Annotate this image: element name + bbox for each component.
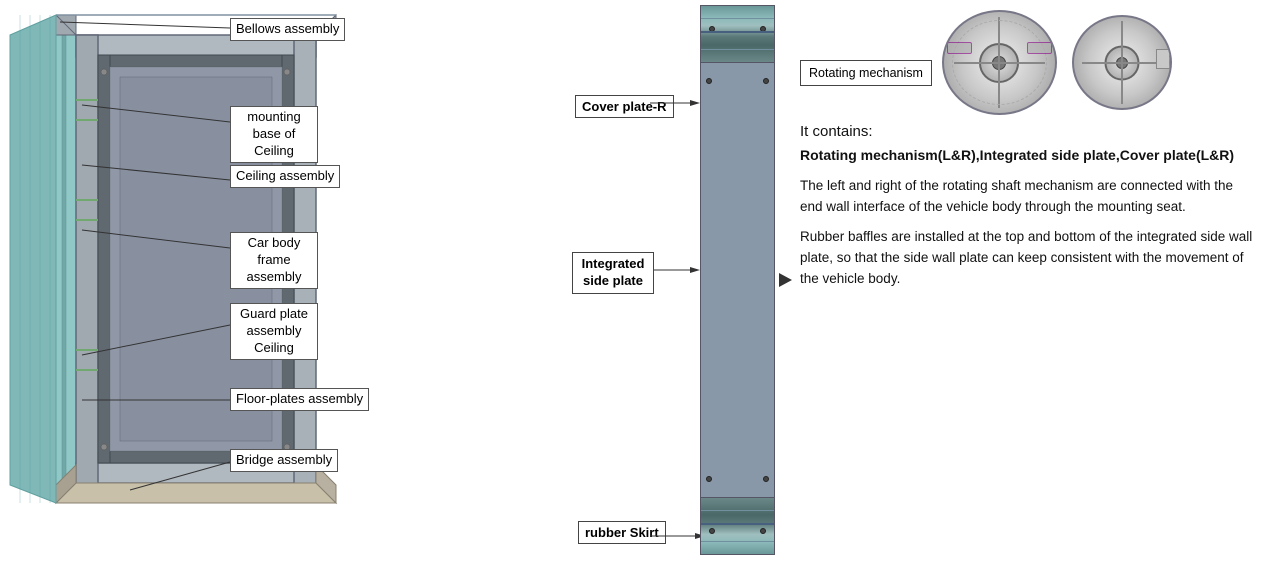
bolt-dot [709, 528, 715, 534]
left-section: Bellows assembly mounting base of Ceilin… [0, 0, 570, 574]
mech-image-2 [1072, 15, 1172, 110]
guard-plate-label: Guard plate assembly Ceiling [230, 303, 318, 360]
integrated-side-plate-label: Integrated side plate [572, 252, 654, 294]
mech-image-1 [942, 10, 1057, 115]
it-contains-label: It contains: [800, 123, 1259, 140]
bolt-dot [763, 78, 769, 84]
description-bold: Rotating mechanism(L&R),Integrated side … [800, 146, 1259, 166]
bellows-label: Bellows assembly [230, 18, 345, 41]
plate-arrow [779, 273, 792, 287]
bolt-dot [706, 476, 712, 482]
middle-section: Cover plate-R Integrated side plate rubb… [570, 0, 780, 574]
ceiling-assembly-label: Ceiling assembly [230, 165, 340, 188]
page-container: Bellows assembly mounting base of Ceilin… [0, 0, 1279, 574]
bridge-assembly-label: Bridge assembly [230, 449, 338, 472]
top-images-row: Rotating mechanism [800, 10, 1259, 115]
bolt-dot [763, 476, 769, 482]
rotating-mechanism-label-box: Rotating mechanism [800, 60, 932, 86]
rubber-skirt-label: rubber Skirt [578, 521, 666, 544]
bolt-dot [760, 528, 766, 534]
plate-bottom-strip [700, 497, 775, 555]
mounting-base-label: mounting base of Ceiling [230, 106, 318, 163]
right-section: Rotating mechanism [780, 0, 1279, 574]
floor-plates-label: Floor-plates assembly [230, 388, 369, 411]
body-paragraph-2: Rubber baffles are installed at the top … [800, 227, 1259, 290]
plate-main-body [700, 63, 775, 497]
plate-diagram [700, 5, 775, 569]
cover-plate-r-label: Cover plate-R [575, 95, 674, 118]
body-paragraph-1: The left and right of the rotating shaft… [800, 176, 1259, 218]
car-body-frame-label: Car body frame assembly [230, 232, 318, 289]
bolt-dot [706, 78, 712, 84]
plate-top-strip [700, 5, 775, 63]
